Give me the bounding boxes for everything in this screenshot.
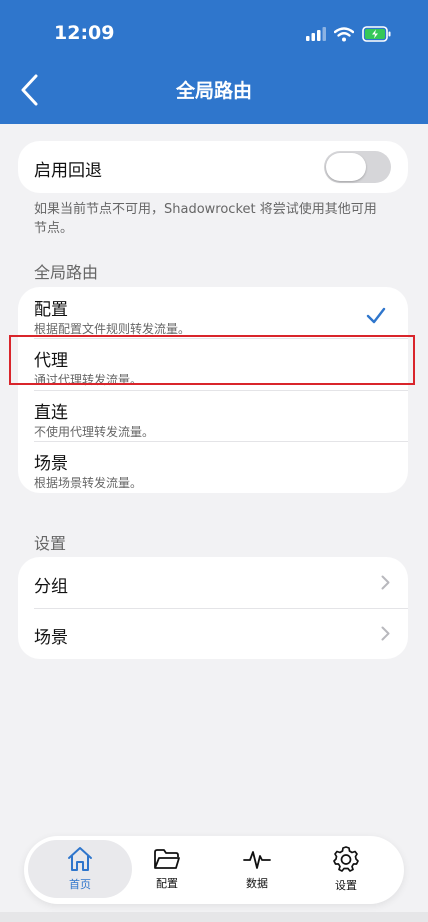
highlight-box [9, 335, 415, 385]
fallback-card: 启用回退 [18, 141, 408, 193]
cellular-signal-icon [306, 27, 326, 41]
separator [34, 441, 408, 442]
separator [34, 390, 408, 391]
option-desc: 不使用代理转发流量。 [34, 425, 155, 439]
tab-label: 配置 [156, 877, 178, 890]
settings-item-label: 场景 [34, 628, 68, 648]
chevron-right-icon [381, 575, 390, 590]
top-bar: 12:09 全局路由 [0, 0, 428, 124]
chevron-right-icon [381, 626, 390, 641]
tab-label: 设置 [335, 879, 357, 892]
option-desc: 根据场景转发流量。 [34, 476, 143, 490]
gear-icon [333, 846, 359, 872]
fallback-toggle[interactable] [324, 151, 391, 183]
settings-item-label: 分组 [34, 577, 68, 597]
fallback-footnote: 如果当前节点不可用，Shadowrocket 将尝试使用其他可用节点。 [34, 202, 377, 236]
settings-item-scene[interactable]: 场景 [18, 608, 408, 659]
routing-option-direct[interactable]: 直连 不使用代理转发流量。 [18, 398, 408, 442]
option-title: 直连 [34, 403, 68, 423]
settings-card: 分组 场景 [18, 557, 408, 659]
folder-icon [154, 849, 180, 869]
routing-option-scene[interactable]: 场景 根据场景转发流量。 [18, 449, 408, 493]
wifi-icon [334, 26, 354, 41]
pulse-icon [243, 851, 271, 869]
tab-label: 数据 [246, 877, 268, 890]
checkmark-icon [366, 307, 386, 324]
home-icon [68, 847, 92, 871]
fallback-label: 启用回退 [34, 161, 102, 181]
page-title: 全局路由 [175, 80, 252, 102]
status-time: 12:09 [54, 22, 115, 44]
routing-card: 配置 根据配置文件规则转发流量。 代理 通过代理转发流量。 直连 不使用代理转发… [18, 287, 408, 493]
tab-label: 首页 [69, 878, 91, 891]
tab-config[interactable]: 配置 [115, 840, 219, 898]
battery-charging-icon [362, 26, 391, 42]
option-title: 配置 [34, 300, 68, 320]
status-icons [306, 26, 392, 42]
settings-item-group[interactable]: 分组 [18, 557, 408, 608]
option-title: 场景 [34, 454, 68, 474]
tab-settings[interactable]: 设置 [294, 840, 398, 898]
settings-section-header: 设置 [34, 534, 67, 553]
home-indicator-bar [0, 912, 428, 922]
routing-section-header: 全局路由 [34, 263, 99, 282]
toggle-knob [326, 153, 366, 181]
tab-bar: 首页 配置 数据 设置 [24, 836, 404, 904]
routing-option-config[interactable]: 配置 根据配置文件规则转发流量。 [18, 295, 408, 339]
